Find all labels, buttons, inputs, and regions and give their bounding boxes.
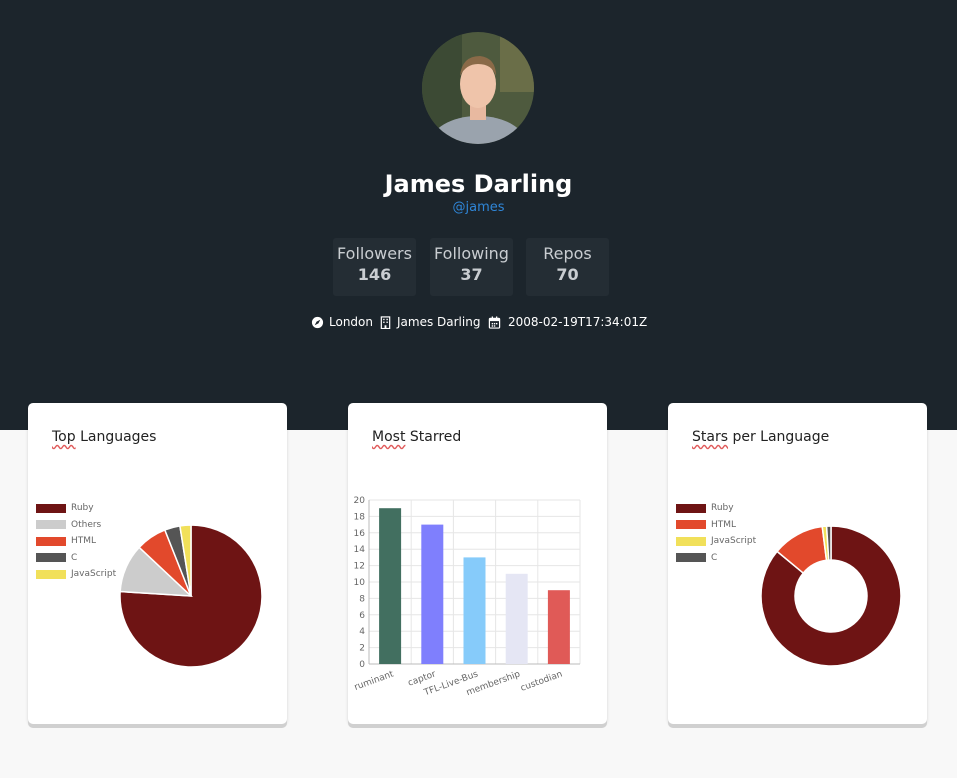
compass-icon <box>311 316 324 328</box>
joined-info: 2008-02-19T17:34:01Z <box>488 313 647 331</box>
company-text: James Darling <box>397 315 481 329</box>
top-languages-card: Top Languages Ruby Others HTML C JavaScript <box>28 403 287 724</box>
following-stat[interactable]: Following 37 <box>430 238 513 296</box>
y-tick-label: 16 <box>354 529 366 539</box>
y-tick-label: 0 <box>359 660 365 670</box>
followers-label: Followers <box>337 244 412 263</box>
following-label: Following <box>434 244 509 263</box>
repos-count: 70 <box>556 265 579 284</box>
stars-per-language-card: Stars per Language Ruby HTML JavaScript C <box>668 403 927 724</box>
bar-membership[interactable] <box>505 573 528 664</box>
profile-header: James Darling @james Followers 146 Follo… <box>0 0 957 430</box>
most-starred-card: Most Starred 0 2 4 6 8 10 12 14 16 18 20 ruminant ca… <box>348 403 607 724</box>
user-handle-link[interactable]: @james <box>0 200 957 215</box>
y-tick-label: 12 <box>354 562 365 572</box>
followers-count: 146 <box>357 265 392 284</box>
calendar-icon <box>488 315 501 329</box>
bar-ruminant[interactable] <box>379 508 402 664</box>
x-tick-label: custodian <box>519 669 564 693</box>
x-tick-label: ruminant <box>353 669 396 693</box>
bar-captor[interactable] <box>421 524 444 664</box>
building-icon <box>380 315 391 329</box>
stars-per-language-doughnut-chart <box>760 525 902 667</box>
company-info: James Darling <box>379 313 480 331</box>
following-count: 37 <box>460 265 483 284</box>
location-text: London <box>329 315 373 329</box>
joined-date-text: 2008-02-19T17:34:01Z <box>508 315 648 329</box>
y-tick-label: 8 <box>359 594 365 604</box>
repos-stat[interactable]: Repos 70 <box>526 238 609 296</box>
y-tick-label: 14 <box>354 545 366 555</box>
y-tick-label: 6 <box>359 611 365 621</box>
y-tick-label: 2 <box>359 644 365 654</box>
top-languages-pie-chart <box>119 524 263 668</box>
y-tick-label: 4 <box>359 627 365 637</box>
repos-label: Repos <box>543 244 592 263</box>
y-tick-label: 18 <box>354 512 366 522</box>
bar-tfl-live-bus[interactable] <box>463 557 486 664</box>
avatar <box>422 32 534 144</box>
user-name: James Darling <box>384 170 573 198</box>
y-tick-label: 20 <box>354 496 366 506</box>
followers-stat[interactable]: Followers 146 <box>333 238 416 296</box>
y-tick-label: 10 <box>354 578 366 588</box>
most-starred-bar-chart: 02468101214161820ruminant captorTFL-Live-… <box>353 496 581 699</box>
bar-custodian[interactable] <box>547 590 570 664</box>
location-info: London <box>311 313 373 331</box>
